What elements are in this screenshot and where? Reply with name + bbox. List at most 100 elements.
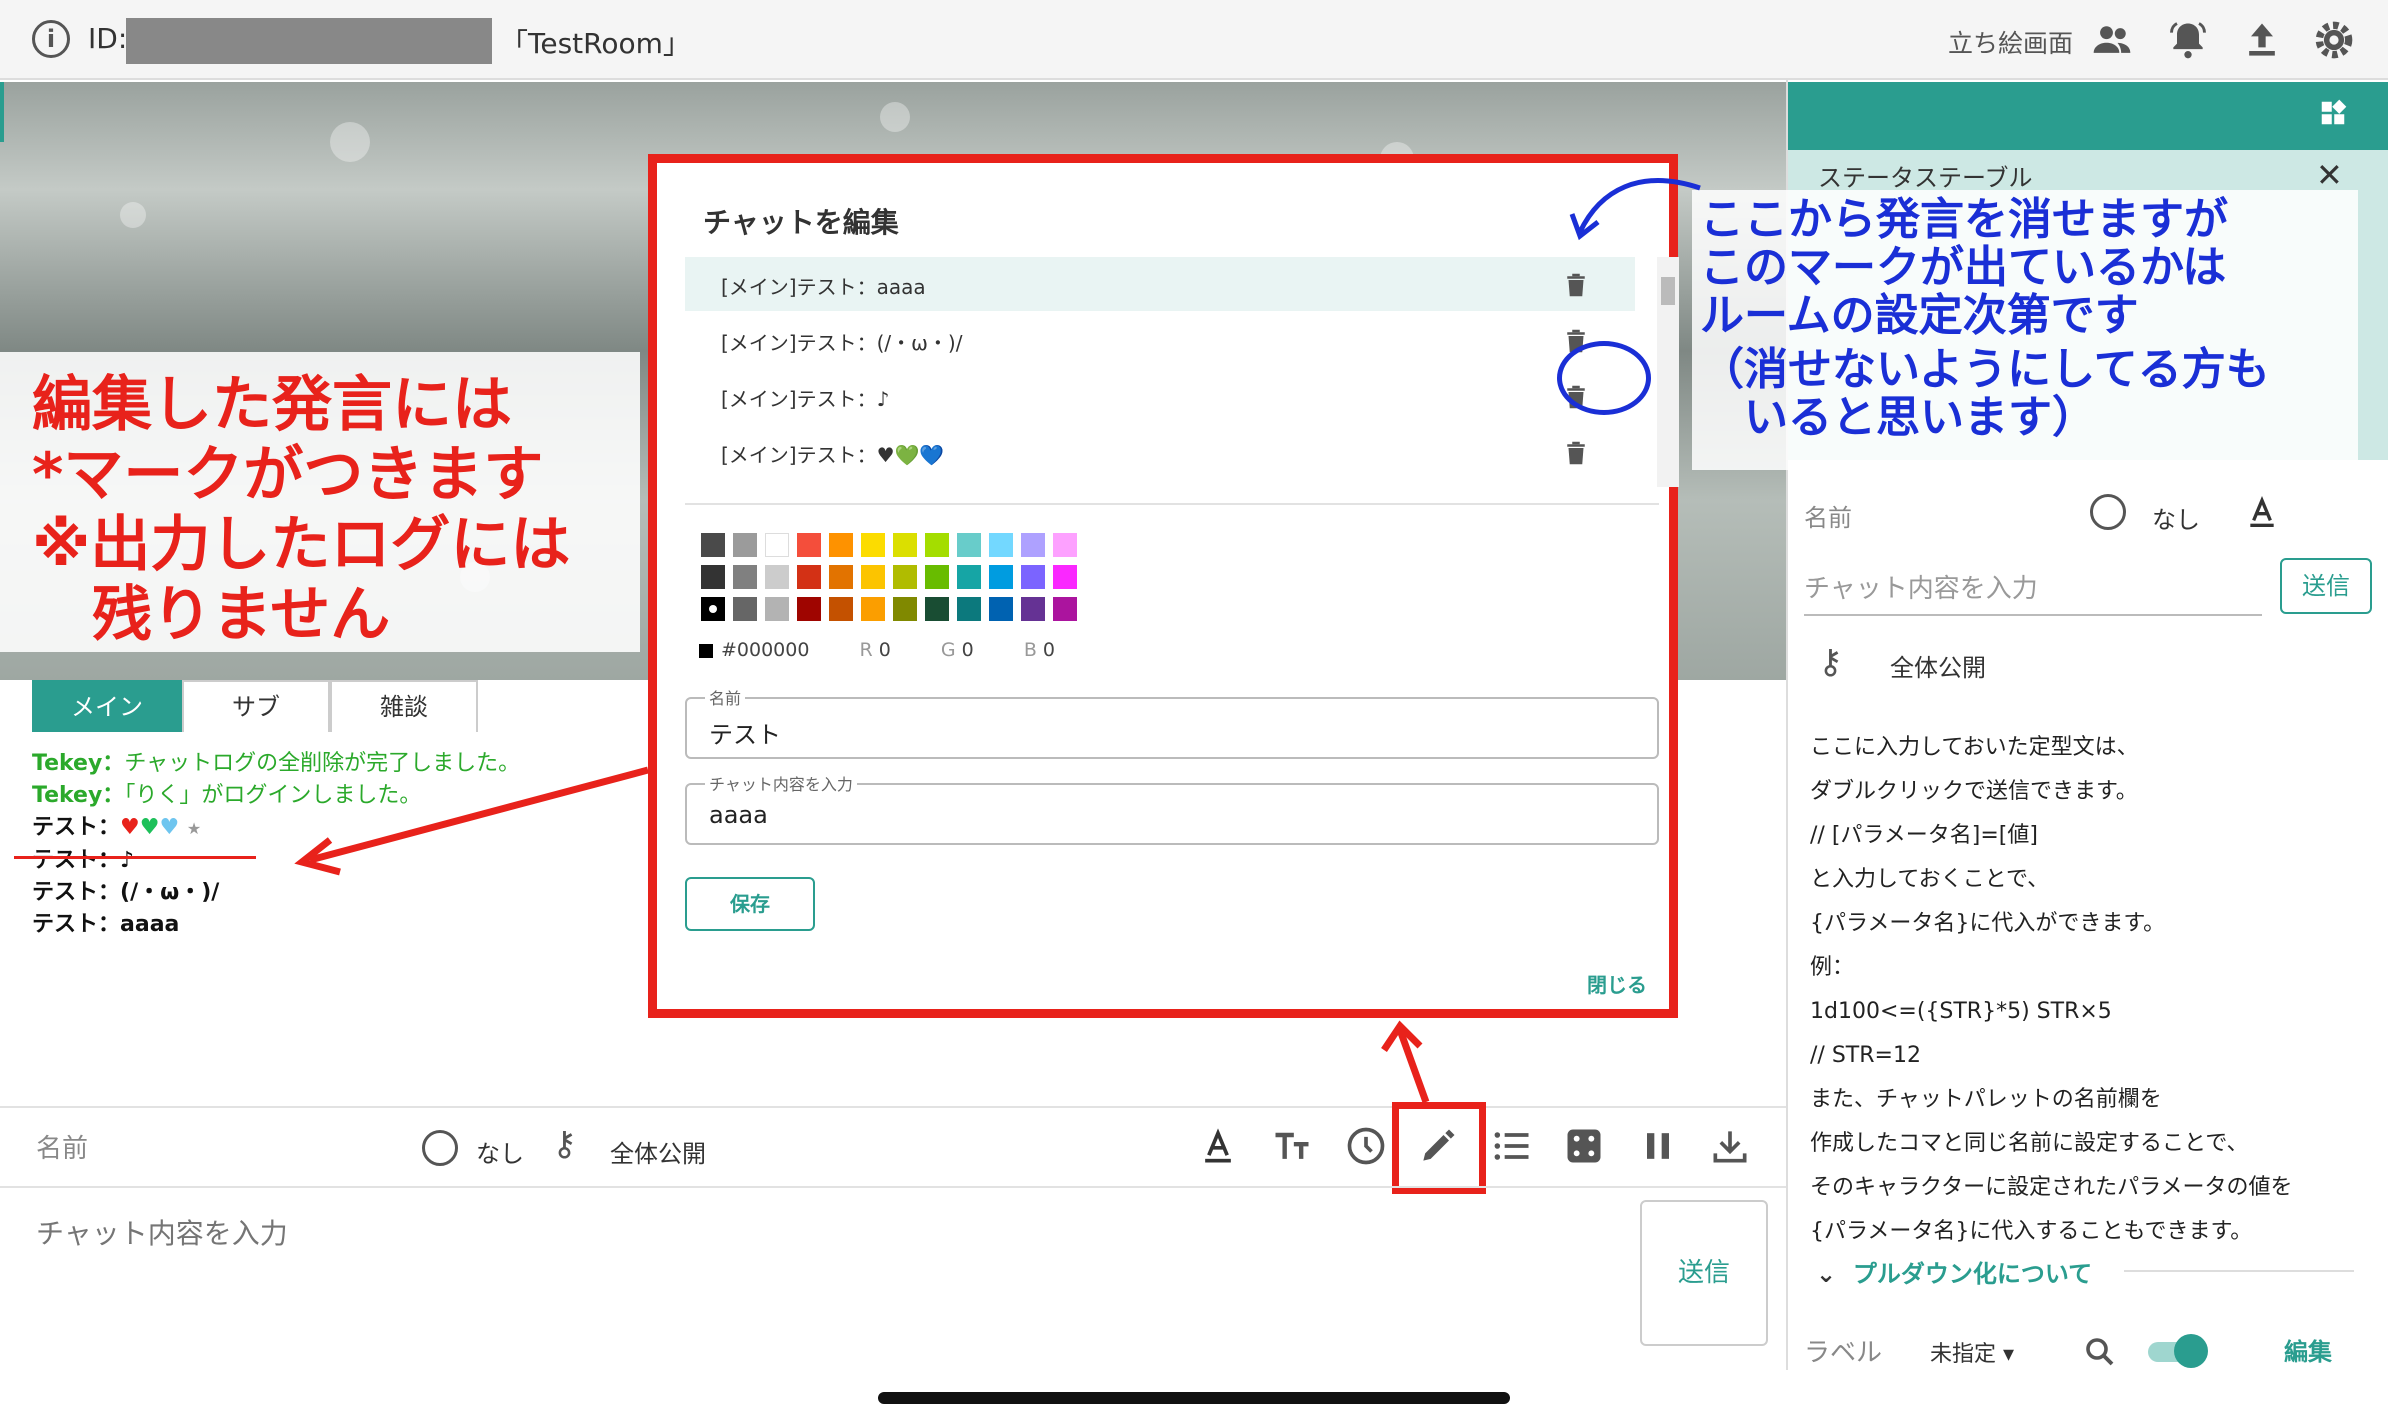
text-color-icon[interactable]: [2242, 492, 2282, 532]
rp-send-button[interactable]: 送信: [2280, 558, 2372, 614]
dashboard-icon[interactable]: [2318, 98, 2348, 128]
chat-list-row[interactable]: [メイン]テスト：(/・ω・)/: [685, 313, 1635, 367]
name-field[interactable]: 名前: [36, 1128, 88, 1165]
color-swatch[interactable]: [957, 533, 981, 557]
info-icon[interactable]: i: [32, 20, 70, 58]
palette-line[interactable]: 1d100<=({STR}*5) STR×5: [1810, 990, 2292, 1034]
palette-line[interactable]: また、チャットパレットの名前欄を: [1810, 1078, 2292, 1122]
color-swatch[interactable]: [765, 565, 789, 589]
color-swatch[interactable]: [893, 565, 917, 589]
list-icon[interactable]: [1490, 1124, 1534, 1168]
send-button[interactable]: 送信: [1640, 1200, 1768, 1346]
font-size-icon[interactable]: [1270, 1124, 1314, 1168]
text-color-icon[interactable]: [1196, 1124, 1240, 1168]
chat-input[interactable]: [30, 1200, 1620, 1350]
color-swatch[interactable]: [989, 597, 1013, 621]
tachie-screen-link[interactable]: 立ち絵画面: [1948, 24, 2073, 60]
label-select[interactable]: 未指定 ▾: [1930, 1336, 2014, 1368]
color-swatch[interactable]: [1053, 597, 1077, 621]
palette-line[interactable]: ダブルクリックで送信できます。: [1810, 770, 2292, 814]
palette-line[interactable]: 例：: [1810, 946, 2292, 990]
tab-sub[interactable]: サブ: [182, 680, 330, 732]
color-swatch[interactable]: [893, 533, 917, 557]
color-swatch[interactable]: [733, 533, 757, 557]
color-swatch[interactable]: [829, 565, 853, 589]
content-field[interactable]: チャット内容を入力 aaaa: [685, 771, 1659, 845]
color-swatch[interactable]: [925, 597, 949, 621]
color-swatch[interactable]: [925, 565, 949, 589]
gear-icon[interactable]: [2312, 18, 2356, 62]
tab-chat[interactable]: 雑談: [330, 680, 478, 732]
color-swatch[interactable]: [765, 597, 789, 621]
color-swatch[interactable]: [989, 533, 1013, 557]
rp-chat-input[interactable]: チャット内容を入力: [1804, 568, 2038, 605]
color-swatch[interactable]: [733, 597, 757, 621]
palette-line[interactable]: ここに入力しておいた定型文は、: [1810, 726, 2292, 770]
chat-palette-text[interactable]: ここに入力しておいた定型文は、 ダブルクリックで送信できます。 // [パラメー…: [1810, 726, 2292, 1254]
color-swatch[interactable]: [861, 565, 885, 589]
color-swatch[interactable]: [797, 533, 821, 557]
rp-name-field[interactable]: 名前: [1804, 498, 1852, 533]
palette-line[interactable]: // [パラメータ名]=[値]: [1810, 814, 2292, 858]
color-swatch[interactable]: [1053, 533, 1077, 557]
chat-list-row[interactable]: [メイン]テスト：♥💚💙: [685, 425, 1635, 479]
b-input[interactable]: 0: [1043, 639, 1055, 661]
color-swatch[interactable]: [1021, 533, 1045, 557]
face-icon[interactable]: [2090, 494, 2126, 530]
trash-icon[interactable]: [1561, 437, 1591, 469]
color-swatch[interactable]: [1053, 565, 1077, 589]
color-swatch[interactable]: [957, 597, 981, 621]
color-swatch[interactable]: [701, 565, 725, 589]
hex-input[interactable]: #000000: [721, 639, 809, 661]
color-swatch[interactable]: [1021, 565, 1045, 589]
color-swatch[interactable]: [797, 597, 821, 621]
face-icon[interactable]: [422, 1130, 458, 1166]
people-icon[interactable]: [2090, 18, 2134, 62]
visibility-select[interactable]: 全体公開: [610, 1134, 706, 1169]
clock-icon[interactable]: [1344, 1124, 1388, 1168]
color-swatch[interactable]: [829, 533, 853, 557]
color-swatch[interactable]: [701, 533, 725, 557]
chat-list-row[interactable]: [メイン]テスト：aaaa: [685, 257, 1635, 311]
bell-icon[interactable]: [2166, 18, 2210, 62]
g-input[interactable]: 0: [962, 639, 974, 661]
toggle-knob[interactable]: [2174, 1334, 2208, 1368]
color-swatch[interactable]: [1021, 597, 1045, 621]
upload-icon[interactable]: [2240, 18, 2284, 62]
dice-icon[interactable]: [1562, 1124, 1606, 1168]
palette-line[interactable]: と入力しておくことで、: [1810, 858, 2292, 902]
palette-line[interactable]: そのキャラクターに設定されたパラメータの値を: [1810, 1166, 2292, 1210]
download-icon[interactable]: [1708, 1124, 1752, 1168]
color-swatch[interactable]: [765, 533, 789, 557]
edit-button[interactable]: 編集: [2284, 1332, 2332, 1367]
key-icon[interactable]: ⚷: [1818, 642, 1843, 682]
palette-line[interactable]: // STR=12: [1810, 1034, 2292, 1078]
pause-icon[interactable]: [1636, 1124, 1680, 1168]
rp-visibility-select[interactable]: 全体公開: [1890, 648, 1986, 683]
palette-line[interactable]: {パラメータ名}に代入ができます。: [1810, 902, 2292, 946]
color-swatch[interactable]: [733, 565, 757, 589]
trash-icon[interactable]: [1561, 269, 1591, 301]
color-swatch[interactable]: [957, 565, 981, 589]
color-swatch[interactable]: [893, 597, 917, 621]
tab-main[interactable]: メイン: [32, 680, 182, 732]
close-icon[interactable]: ✕: [2316, 156, 2343, 194]
save-button[interactable]: 保存: [685, 877, 815, 931]
name-field[interactable]: 名前 テスト: [685, 685, 1659, 759]
color-swatch[interactable]: [829, 597, 853, 621]
rp-face-select[interactable]: なし: [2152, 500, 2200, 535]
color-swatch[interactable]: [861, 597, 885, 621]
face-select[interactable]: なし: [476, 1134, 524, 1169]
search-icon[interactable]: [2082, 1334, 2118, 1370]
chat-list-row[interactable]: [メイン]テスト：♪: [685, 369, 1635, 423]
color-swatch[interactable]: [701, 597, 725, 621]
pulldown-section-toggle[interactable]: ⌄ プルダウン化について: [1816, 1254, 2092, 1289]
key-icon[interactable]: ⚷: [552, 1124, 577, 1164]
color-swatch[interactable]: [797, 565, 821, 589]
r-input[interactable]: 0: [879, 639, 891, 661]
color-swatch[interactable]: [989, 565, 1013, 589]
color-swatch[interactable]: [925, 533, 949, 557]
color-swatch[interactable]: [861, 533, 885, 557]
scrollbar-thumb[interactable]: [1661, 277, 1675, 305]
palette-line[interactable]: 作成したコマと同じ名前に設定することで、: [1810, 1122, 2292, 1166]
